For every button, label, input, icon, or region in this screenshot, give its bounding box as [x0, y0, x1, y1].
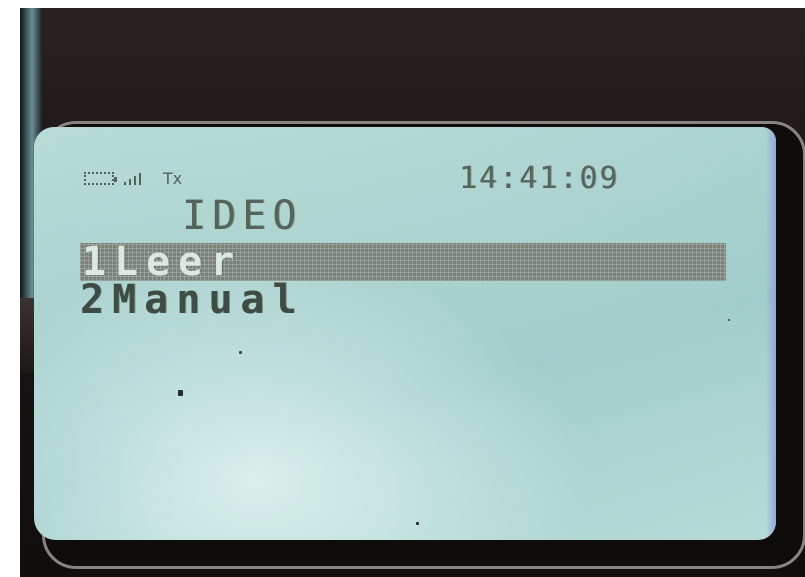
- lcd-edge-reflection: [766, 127, 776, 540]
- menu-item-selected[interactable]: 1Leer: [80, 239, 726, 285]
- dust-speck: [728, 319, 730, 321]
- dust-speck: [416, 522, 419, 525]
- screen-title: IDEO: [182, 193, 303, 239]
- signal-bars-icon: [124, 171, 141, 185]
- menu-item[interactable]: 2Manual: [80, 277, 305, 323]
- dust-speck: [239, 351, 242, 354]
- menu-item-number: 2: [80, 277, 113, 323]
- battery-icon: [84, 171, 117, 185]
- lcd-screen: Tx 14:41:09 IDEO 1Leer 2Manual: [34, 127, 776, 540]
- menu-item-text: Manual: [112, 277, 305, 323]
- status-bar: Tx: [84, 165, 182, 191]
- clock: 14:41:09: [459, 161, 620, 196]
- photo: Tx 14:41:09 IDEO 1Leer 2Manual: [0, 0, 805, 577]
- tx-indicator: Tx: [163, 168, 183, 188]
- dust-speck: [178, 390, 183, 396]
